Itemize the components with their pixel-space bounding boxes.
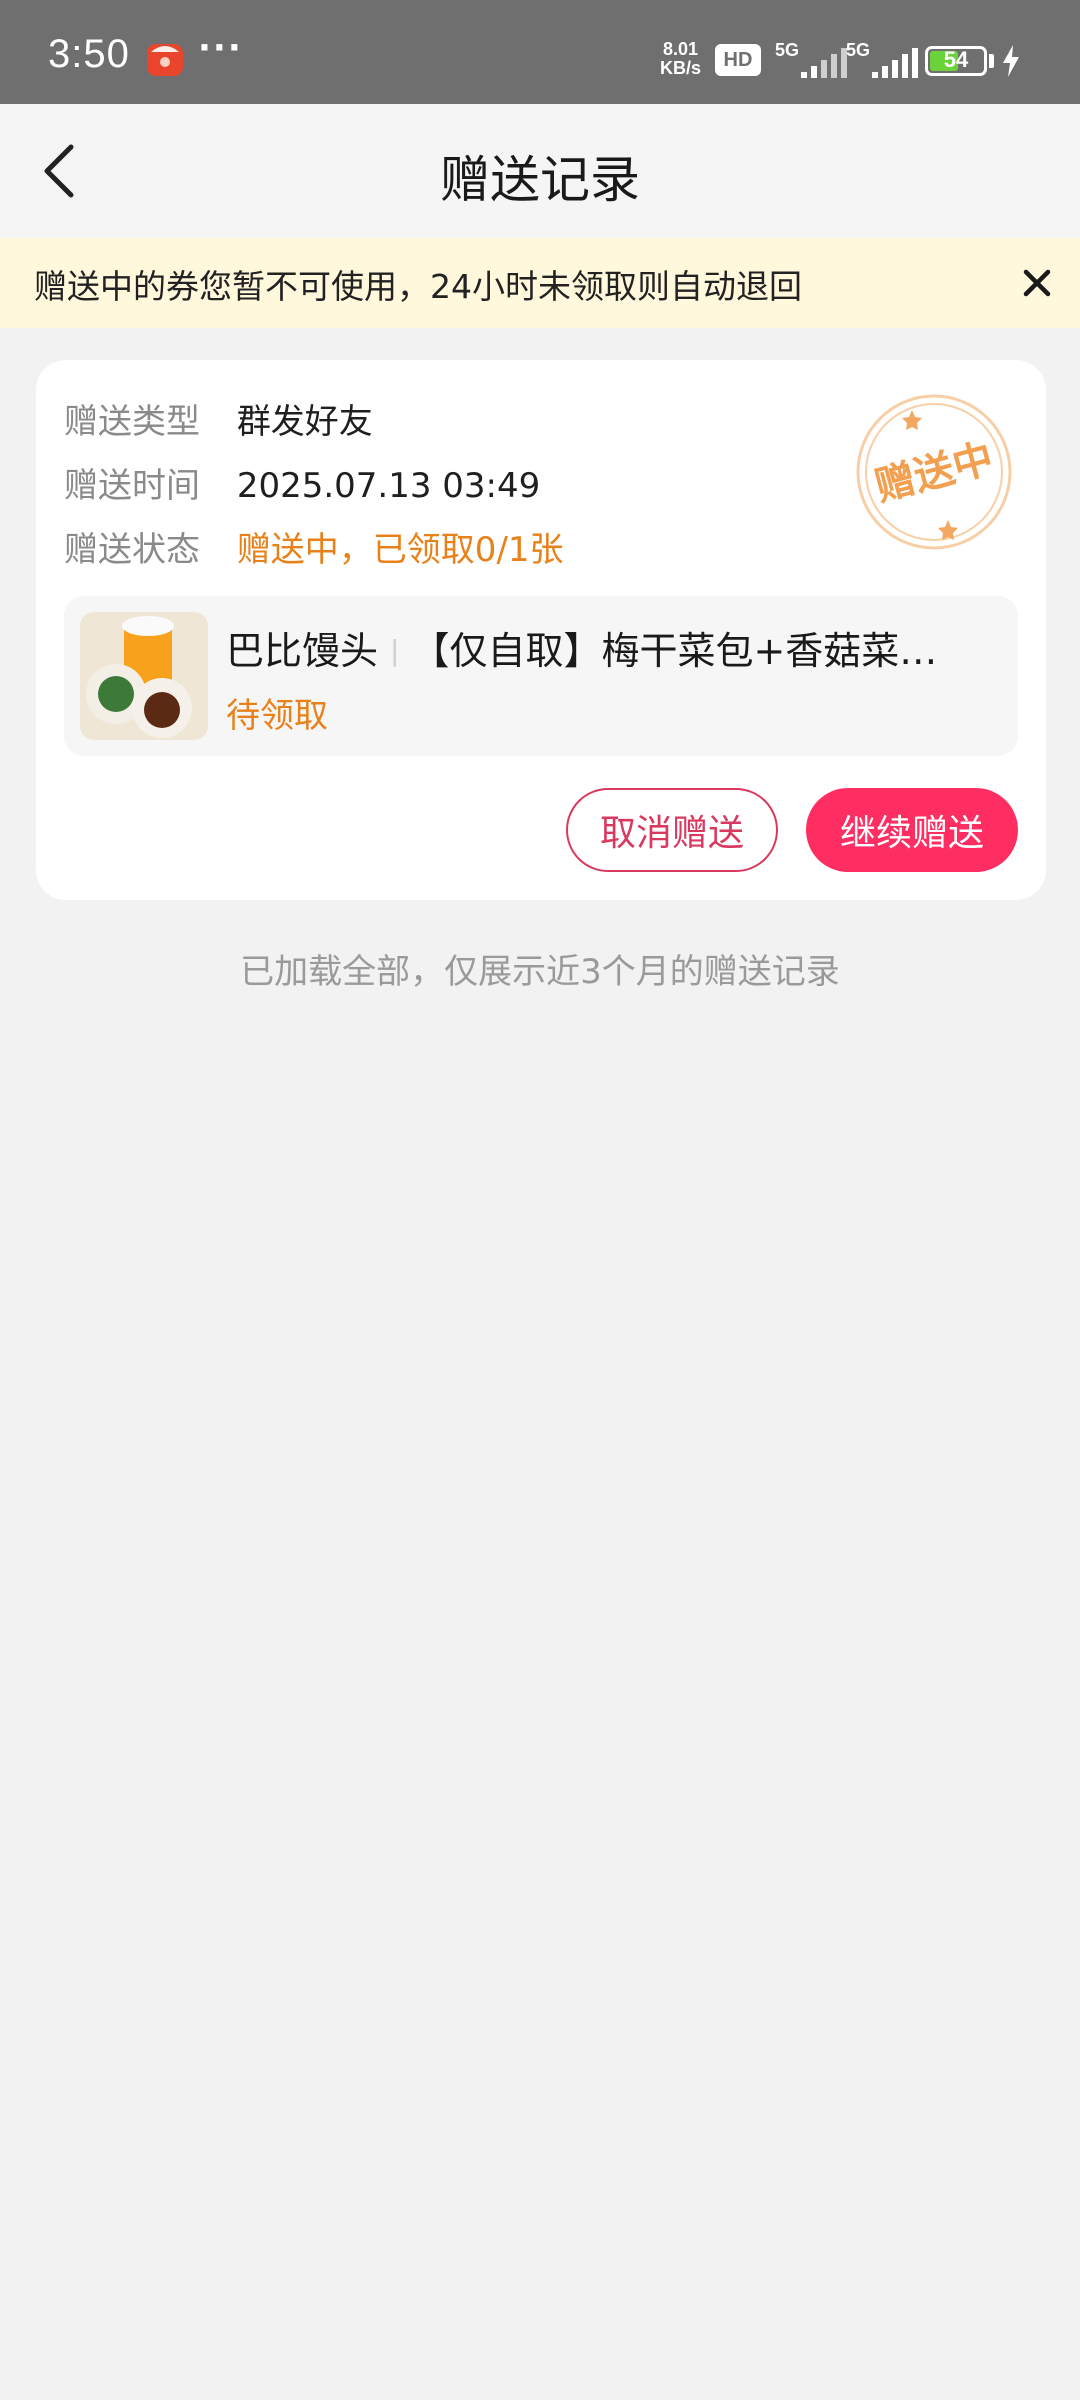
status-bar: 3:50 ··· 8.01 KB/s HD 5G 5G 54: [0, 0, 1080, 104]
cancel-gift-button[interactable]: 取消赠送: [566, 788, 778, 872]
gift-status-row: 赠送状态 赠送中，已领取0/1张: [64, 522, 564, 571]
gift-time-label: 赠送时间: [64, 466, 200, 506]
gift-type-label: 赠送类型: [64, 402, 200, 442]
network-speed: 8.01 KB/s: [660, 39, 702, 78]
title-separator: |: [390, 634, 400, 667]
notice-close-button[interactable]: [1012, 258, 1062, 308]
gift-status-value: 赠送中，已领取0/1张: [236, 530, 564, 570]
page-title: 赠送记录: [440, 151, 640, 209]
gift-time-value: 2025.07.13 03:49: [236, 466, 541, 506]
signal-sim2-icon: 5G: [846, 40, 918, 80]
notice-banner: 赠送中的券您暂不可使用，24小时未领取则自动退回: [0, 238, 1080, 328]
charging-icon: [1003, 45, 1019, 77]
stamp-text: 赠送中: [870, 435, 998, 510]
battery-tip: [989, 54, 994, 68]
gift-status-label: 赠送状态: [64, 530, 200, 570]
gifting-stamp: 赠送中: [856, 394, 1012, 550]
nav-bar: 赠送记录: [0, 104, 1080, 238]
product-brand: 巴比馒头: [226, 629, 379, 673]
signal-sim1-icon: 5G: [775, 40, 847, 80]
continue-gift-button[interactable]: 继续赠送: [806, 788, 1018, 872]
gift-type-value: 群发好友: [236, 402, 373, 442]
product-title: 巴比馒头 | 【仅自取】梅干菜包+香菇菜…: [226, 620, 1006, 675]
list-end-note: 已加载全部，仅展示近3个月的赠送记录: [240, 952, 840, 992]
hd-voice-icon: HD: [715, 44, 761, 76]
battery-icon: 54: [925, 46, 987, 76]
gift-time-row: 赠送时间 2025.07.13 03:49: [64, 458, 540, 507]
more-notifications-icon: ···: [198, 28, 243, 68]
voucher-status: 待领取: [226, 696, 328, 736]
notice-text: 赠送中的券您暂不可使用，24小时未领取则自动退回: [34, 267, 802, 306]
product-image: [80, 612, 208, 740]
status-time: 3:50: [48, 32, 130, 76]
gift-record-card: 赠送类型 群发好友 赠送时间 2025.07.13 03:49 赠送状态 赠送中…: [36, 360, 1046, 900]
gift-type-row: 赠送类型 群发好友: [64, 394, 373, 443]
product-name: 【仅自取】梅干菜包+香菇菜…: [411, 629, 938, 673]
close-icon: [1023, 269, 1051, 297]
voucher-item[interactable]: 巴比馒头 | 【仅自取】梅干菜包+香菇菜… 待领取: [64, 596, 1018, 756]
app-notification-icon: [147, 44, 183, 76]
